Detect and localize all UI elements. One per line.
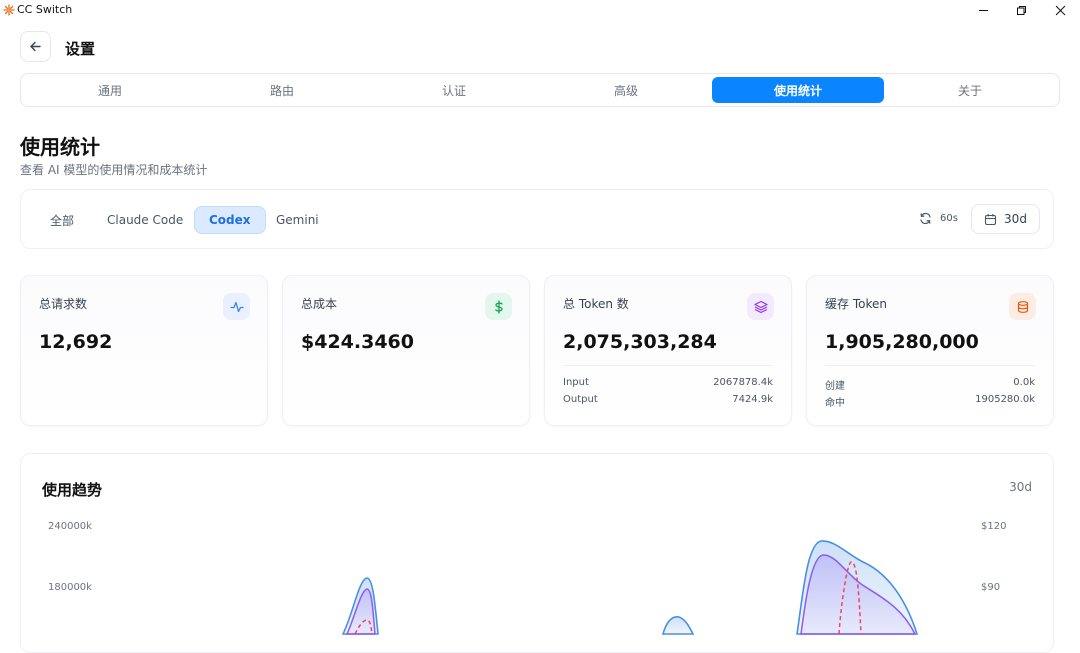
row-label: 创建 — [825, 381, 845, 392]
card-row-hit: 命中 1905280.0k — [825, 394, 1035, 409]
row-value: 1905280.0k — [975, 394, 1035, 405]
card-value: 2,075,303,284 — [563, 331, 717, 353]
card-total-tokens: 总 Token 数 2,075,303,284 Input 2067878.4k… — [544, 275, 792, 426]
page-title: 设置 — [65, 40, 96, 58]
card-total-cost: 总成本 $424.3460 — [282, 275, 530, 426]
tab-general[interactable]: 通用 — [24, 77, 196, 103]
filter-codex[interactable]: Codex — [194, 206, 266, 234]
card-row-output: Output 7424.9k — [563, 394, 773, 405]
filter-all[interactable]: 全部 — [36, 206, 88, 234]
title-bar: CC Switch — [0, 0, 1080, 20]
filter-gemini[interactable]: Gemini — [262, 206, 333, 234]
refresh-icon — [920, 212, 931, 225]
card-label: 总 Token 数 — [563, 297, 629, 311]
card-divider — [563, 365, 773, 366]
row-label: 命中 — [825, 398, 845, 409]
series-total-area — [661, 616, 695, 635]
tab-routing[interactable]: 路由 — [196, 77, 368, 103]
app-logo-icon — [3, 4, 15, 16]
row-value: 2067878.4k — [713, 377, 773, 388]
back-button[interactable] — [20, 31, 51, 62]
layers-icon — [747, 293, 774, 320]
close-button[interactable] — [1037, 0, 1080, 20]
card-divider — [825, 365, 1035, 366]
arrow-left-icon — [30, 41, 41, 52]
date-range-button[interactable]: 30d — [971, 204, 1040, 234]
minimize-icon — [978, 9, 988, 11]
date-range-value: 30d — [1004, 212, 1027, 226]
settings-tabs: 通用 路由 认证 高级 使用统计 关于 — [20, 73, 1060, 107]
card-value: $424.3460 — [301, 331, 414, 353]
close-icon — [1055, 5, 1065, 15]
card-label: 总成本 — [301, 297, 338, 311]
card-label: 缓存 Token — [825, 297, 887, 311]
app-title: CC Switch — [17, 3, 73, 16]
card-total-requests: 总请求数 12,692 — [20, 275, 268, 426]
trend-plot — [341, 540, 919, 635]
row-label: Output — [563, 394, 598, 405]
row-label: Input — [563, 377, 589, 388]
tab-usage-stats[interactable]: 使用统计 — [712, 77, 884, 103]
filter-claude-code[interactable]: Claude Code — [93, 206, 197, 234]
tab-advanced[interactable]: 高级 — [540, 77, 712, 103]
usage-trend-panel: 使用趋势 30d 240000k 180000k $120 $90 — [20, 453, 1054, 653]
card-row-input: Input 2067878.4k — [563, 377, 773, 388]
calendar-icon — [984, 213, 997, 225]
tab-auth[interactable]: 认证 — [368, 77, 540, 103]
activity-icon — [223, 293, 250, 320]
row-value: 7424.9k — [732, 394, 773, 405]
refresh-interval-button[interactable]: 60s — [919, 212, 958, 225]
section-subtitle: 查看 AI 模型的使用情况和成本统计 — [20, 163, 208, 177]
restore-icon — [1016, 5, 1026, 15]
row-value: 0.0k — [1013, 377, 1035, 388]
card-value: 12,692 — [39, 331, 113, 353]
dollar-icon — [485, 293, 512, 320]
database-icon — [1009, 293, 1036, 320]
card-label: 总请求数 — [39, 297, 88, 311]
card-value: 1,905,280,000 — [825, 331, 979, 353]
filter-bar: 全部 Claude Code Codex Gemini 60s 30d — [20, 189, 1054, 249]
tab-about[interactable]: 关于 — [884, 77, 1056, 103]
card-row-created: 创建 0.0k — [825, 377, 1035, 392]
refresh-interval: 60s — [940, 213, 958, 224]
card-cache-tokens: 缓存 Token 1,905,280,000 创建 0.0k 命中 190528… — [806, 275, 1054, 426]
section-title: 使用统计 — [20, 135, 100, 159]
